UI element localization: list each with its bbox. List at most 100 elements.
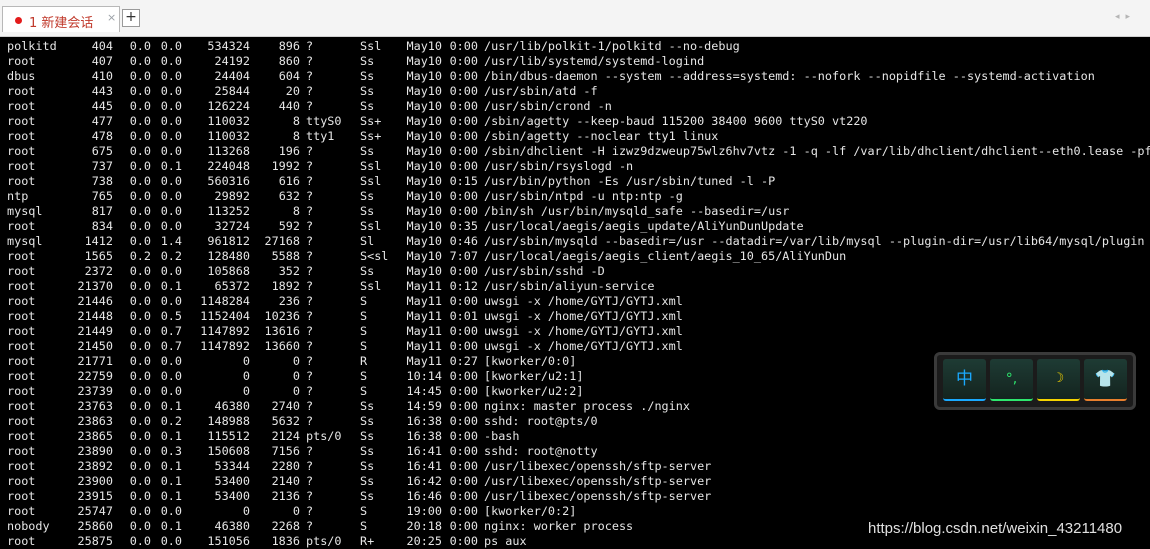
process-cpu: 0.0 bbox=[129, 54, 151, 68]
process-row: root 675 0.0 0.0 113268 196? Ss May10 0:00/sbin/… bbox=[7, 144, 1150, 159]
process-cpu: 0.0 bbox=[129, 414, 151, 428]
process-time: 0:00 bbox=[449, 84, 478, 98]
process-vsz: 53400 bbox=[214, 489, 250, 503]
process-user: root bbox=[7, 444, 36, 458]
process-cmd: -bash bbox=[484, 429, 520, 443]
process-stat: S bbox=[360, 519, 368, 533]
process-user: root bbox=[7, 264, 36, 278]
process-tty: ? bbox=[306, 414, 314, 428]
process-start: 16:38 bbox=[406, 429, 442, 443]
terminal-output[interactable]: polkitd 404 0.0 0.0 534324 896? Ssl May10 0:00/u… bbox=[0, 37, 1150, 549]
process-tty: ? bbox=[306, 234, 314, 248]
process-pid: 817 bbox=[91, 204, 113, 218]
process-stat: Ss bbox=[360, 99, 375, 113]
process-mem: 0.0 bbox=[160, 294, 182, 308]
process-tty: ? bbox=[306, 369, 314, 383]
process-cmd: /bin/dbus-daemon --system --address=syst… bbox=[484, 69, 1095, 83]
process-vsz: 150608 bbox=[207, 444, 250, 458]
process-cpu: 0.0 bbox=[129, 354, 151, 368]
process-tty: ? bbox=[306, 294, 314, 308]
skin-icon[interactable]: 👕 bbox=[1084, 359, 1127, 401]
process-cmd: nginx: worker process bbox=[484, 519, 634, 533]
process-row: root 478 0.0 0.0 110032 8 tty1 Ss+ May10 0:00/sbi… bbox=[7, 129, 1150, 144]
moon-icon[interactable]: ☽ bbox=[1037, 359, 1080, 401]
process-rss: 616 bbox=[278, 174, 300, 188]
process-stat: Ss bbox=[360, 84, 375, 98]
process-user: root bbox=[7, 429, 36, 443]
process-rss: 2268 bbox=[271, 519, 300, 533]
process-row: root 738 0.0 0.0 560316 616? Ssl May10 0:15/usr/… bbox=[7, 174, 1150, 189]
process-stat: Ss bbox=[360, 414, 375, 428]
process-start: May10 bbox=[406, 129, 442, 143]
new-tab-button[interactable]: + bbox=[122, 9, 140, 27]
process-vsz: 0 bbox=[242, 369, 250, 383]
process-user: root bbox=[7, 249, 36, 263]
process-time: 0:00 bbox=[449, 69, 478, 83]
process-time: 0:00 bbox=[449, 339, 478, 353]
process-tty: ttyS0 bbox=[306, 114, 342, 128]
process-pid: 23890 bbox=[77, 444, 113, 458]
chinese-mode-button[interactable]: 中 bbox=[943, 359, 986, 401]
process-rss: 632 bbox=[278, 189, 300, 203]
process-start: May10 bbox=[406, 114, 442, 128]
punctuation-button[interactable]: °, bbox=[990, 359, 1033, 401]
process-pid: 404 bbox=[91, 39, 113, 53]
process-mem: 0.2 bbox=[160, 249, 182, 263]
process-tty: ? bbox=[306, 354, 314, 368]
process-tty: ? bbox=[306, 39, 314, 53]
scroll-left-icon[interactable]: ◂ bbox=[1115, 12, 1126, 22]
process-time: 0:00 bbox=[449, 99, 478, 113]
tab-session-1[interactable]: 1 新建会话 × bbox=[2, 6, 120, 32]
scroll-right-icon[interactable]: ▸ bbox=[1125, 12, 1136, 22]
process-rss: 0 bbox=[292, 354, 300, 368]
process-user: root bbox=[7, 339, 36, 353]
process-cpu: 0.0 bbox=[129, 159, 151, 173]
process-start: 16:42 bbox=[406, 474, 442, 488]
process-vsz: 53400 bbox=[214, 474, 250, 488]
process-vsz: 115512 bbox=[207, 429, 250, 443]
process-start: May10 bbox=[406, 249, 442, 263]
process-user: root bbox=[7, 279, 36, 293]
process-rss: 8 bbox=[292, 204, 300, 218]
process-time: 0:00 bbox=[449, 294, 478, 308]
process-cmd: sshd: root@pts/0 bbox=[484, 414, 598, 428]
ime-toolbar: 中 °, ☽ 👕 bbox=[934, 352, 1136, 410]
process-cpu: 0.2 bbox=[129, 249, 151, 263]
process-row: root 25747 0.0 0.0 0 0? S 19:00 0:00 [kworker/0:2… bbox=[7, 504, 1150, 519]
process-cpu: 0.0 bbox=[129, 309, 151, 323]
process-stat: R+ bbox=[360, 534, 375, 548]
process-pid: 2372 bbox=[84, 264, 113, 278]
process-mem: 0.0 bbox=[160, 189, 182, 203]
close-icon[interactable]: × bbox=[107, 11, 116, 24]
process-vsz: 113268 bbox=[207, 144, 250, 158]
process-start: 16:46 bbox=[406, 489, 442, 503]
process-cpu: 0.0 bbox=[129, 474, 151, 488]
process-time: 0:00 bbox=[449, 444, 478, 458]
process-vsz: 46380 bbox=[214, 399, 250, 413]
process-stat: Ssl bbox=[360, 174, 382, 188]
process-pid: 21771 bbox=[77, 354, 113, 368]
process-row: mysql 1412 0.0 1.4 961812 27168? Sl May10 0:46/u… bbox=[7, 234, 1150, 249]
process-pid: 445 bbox=[91, 99, 113, 113]
process-tty: tty1 bbox=[306, 129, 335, 143]
process-mem: 0.0 bbox=[160, 204, 182, 218]
process-start: May10 bbox=[406, 144, 442, 158]
process-vsz: 53344 bbox=[214, 459, 250, 473]
process-row: root 834 0.0 0.0 32724 592? Ssl May10 0:35/usr/l… bbox=[7, 219, 1150, 234]
process-rss: 8 bbox=[292, 114, 300, 128]
process-mem: 0.1 bbox=[160, 489, 182, 503]
process-mem: 0.0 bbox=[160, 369, 182, 383]
process-rss: 604 bbox=[278, 69, 300, 83]
process-user: ntp bbox=[7, 189, 29, 203]
process-cmd: sshd: root@notty bbox=[484, 444, 598, 458]
process-tty: ? bbox=[306, 309, 314, 323]
process-cpu: 0.0 bbox=[129, 264, 151, 278]
process-user: root bbox=[7, 489, 36, 503]
process-pid: 25860 bbox=[77, 519, 113, 533]
process-cmd: [kworker/u2:1] bbox=[484, 369, 584, 383]
process-start: May10 bbox=[406, 219, 442, 233]
process-rss: 27168 bbox=[264, 234, 300, 248]
process-stat: Ss bbox=[360, 69, 375, 83]
process-rss: 1992 bbox=[271, 159, 300, 173]
process-pid: 22759 bbox=[77, 369, 113, 383]
